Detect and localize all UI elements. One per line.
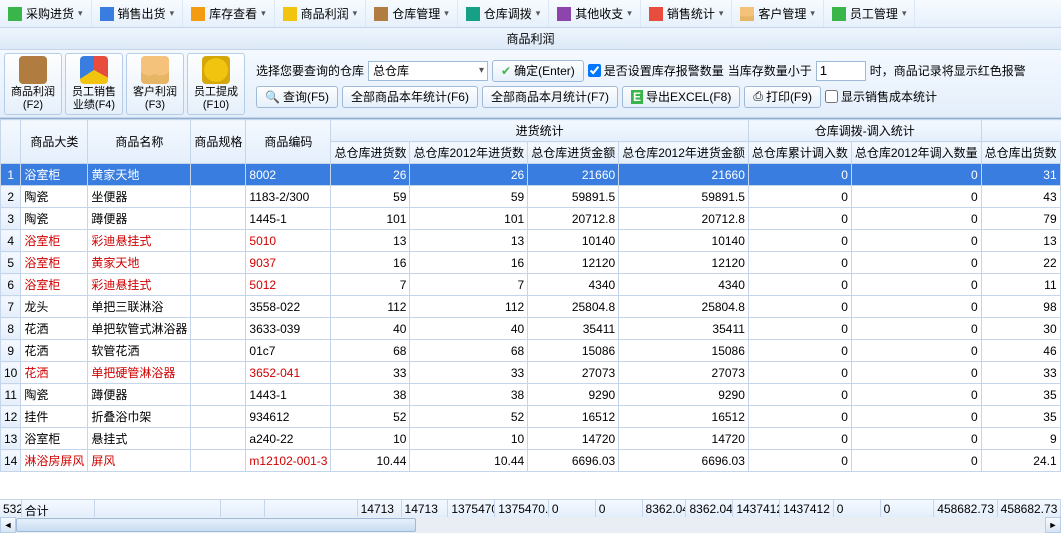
bigbtn-2[interactable]: 客户利润(F3) bbox=[126, 53, 184, 115]
main-menubar: 采购进货▾销售出货▾库存查看▾商品利润▾仓库管理▾仓库调拨▾其他收支▾销售统计▾… bbox=[0, 0, 1061, 28]
table-row[interactable]: 7龙头单把三联淋浴3558-02211211225804.825804.8009… bbox=[1, 296, 1061, 318]
bigbtn-0[interactable]: 商品利润(F2) bbox=[4, 53, 62, 115]
chevron-down-icon: ▾ bbox=[810, 8, 815, 19]
chevron-down-icon: ▾ bbox=[444, 8, 449, 19]
table-row[interactable]: 14淋浴房屏风屏风m12102-001-310.4410.446696.0366… bbox=[1, 450, 1061, 472]
table-row[interactable]: 3陶瓷蹲便器1445-110110120712.820712.800797930… bbox=[1, 208, 1061, 230]
print-button[interactable]: ⎙打印(F9) bbox=[744, 86, 821, 108]
chevron-down-icon: ▾ bbox=[719, 8, 724, 19]
summary-footer: 532合计14713147131375470.11375470.1008362.… bbox=[0, 499, 1061, 517]
table-row[interactable]: 6浴室柜彩迪悬挂式5012774340434000111118883188830… bbox=[1, 274, 1061, 296]
menu-icon bbox=[100, 7, 114, 21]
bigbtn-icon bbox=[141, 56, 169, 84]
confirm-button[interactable]: ✔确定(Enter) bbox=[492, 60, 584, 82]
menu-1[interactable]: 销售出货▾ bbox=[92, 0, 184, 27]
data-grid[interactable]: 商品大类商品名称商品规格商品编码进货统计仓库调拨-调入统计销售统计仓库调拨-调出… bbox=[0, 118, 1061, 499]
query-button[interactable]: 🔍查询(F5) bbox=[256, 86, 338, 108]
menu-2[interactable]: 库存查看▾ bbox=[183, 0, 275, 27]
chevron-down-icon: ▾ bbox=[353, 8, 358, 19]
table-row[interactable]: 8花洒单把软管式淋浴器3633-039404035411354110030303… bbox=[1, 318, 1061, 340]
month-stat-button[interactable]: 全部商品本月统计(F7) bbox=[482, 86, 618, 108]
menu-5[interactable]: 仓库调拨▾ bbox=[458, 0, 550, 27]
menu-3[interactable]: 商品利润▾ bbox=[275, 0, 367, 27]
menu-icon bbox=[740, 7, 754, 21]
alarm-qty-input[interactable] bbox=[816, 61, 866, 81]
chevron-down-icon: ▾ bbox=[170, 8, 175, 19]
chevron-down-icon: ▾ bbox=[78, 8, 83, 19]
scroll-left-arrow[interactable]: ◄ bbox=[0, 517, 16, 533]
export-excel-button[interactable]: E导出EXCEL(F8) bbox=[622, 86, 740, 108]
table-row[interactable]: 4浴室柜彩迪悬挂式5010131310140101400013132405624… bbox=[1, 230, 1061, 252]
table-row[interactable]: 12挂件折叠浴巾架9346125252165121651200353517340… bbox=[1, 406, 1061, 428]
scroll-right-arrow[interactable]: ► bbox=[1045, 517, 1061, 533]
menu-0[interactable]: 采购进货▾ bbox=[0, 0, 92, 27]
bigbtn-1[interactable]: 员工销售业绩(F4) bbox=[65, 53, 123, 115]
scroll-thumb[interactable] bbox=[16, 518, 416, 532]
bigbtn-icon bbox=[19, 56, 47, 84]
menu-icon bbox=[557, 7, 571, 21]
lessthan-label: 当库存数量小于 bbox=[728, 62, 812, 79]
year-stat-button[interactable]: 全部商品本年统计(F6) bbox=[342, 86, 478, 108]
table-row[interactable]: 11陶瓷蹲便器1443-1383892909290003535159151591… bbox=[1, 384, 1061, 406]
menu-icon bbox=[374, 7, 388, 21]
menu-icon bbox=[649, 7, 663, 21]
table-row[interactable]: 13浴室柜悬挂式a240-221010147201472000991945719… bbox=[1, 428, 1061, 450]
horizontal-scrollbar[interactable]: ◄ ► bbox=[0, 517, 1061, 533]
print-icon: ⎙ bbox=[753, 89, 763, 104]
bigbtn-icon bbox=[80, 56, 108, 84]
chevron-down-icon: ▾ bbox=[536, 8, 541, 19]
chevron-down-icon: ▾ bbox=[902, 8, 907, 19]
table-row[interactable]: 10花洒单把硬管淋浴器3652-041333327073270730033333… bbox=[1, 362, 1061, 384]
toolbar: 商品利润(F2)员工销售业绩(F4)客户利润(F3)员工提成(F10) 选择您要… bbox=[0, 50, 1061, 118]
page-title: 商品利润 bbox=[0, 28, 1061, 50]
warehouse-combo[interactable]: 总仓库 bbox=[368, 61, 488, 81]
search-icon: 🔍 bbox=[265, 90, 280, 104]
alarm-checkbox[interactable]: 是否设置库存报警数量 bbox=[588, 62, 724, 79]
showcost-checkbox[interactable]: 显示销售成本统计 bbox=[825, 88, 937, 105]
table-row[interactable]: 1浴室柜黄家天地80022626216602166000313151938519… bbox=[1, 164, 1061, 186]
excel-icon: E bbox=[631, 90, 643, 104]
bigbtn-3[interactable]: 员工提成(F10) bbox=[187, 53, 245, 115]
menu-icon bbox=[832, 7, 846, 21]
menu-7[interactable]: 销售统计▾ bbox=[641, 0, 733, 27]
menu-icon bbox=[283, 7, 297, 21]
menu-6[interactable]: 其他收支▾ bbox=[549, 0, 641, 27]
table-row[interactable]: 2陶瓷坐便器1183-2/300595959891.559891.5004343… bbox=[1, 186, 1061, 208]
menu-8[interactable]: 客户管理▾ bbox=[732, 0, 824, 27]
tail-label: 时，商品记录将显示红色报警 bbox=[870, 62, 1026, 79]
table-row[interactable]: 9花洒软管花洒01c768681508615086004646203532035… bbox=[1, 340, 1061, 362]
menu-icon bbox=[466, 7, 480, 21]
query-warehouse-label: 选择您要查询的仓库 bbox=[256, 62, 364, 79]
menu-4[interactable]: 仓库管理▾ bbox=[366, 0, 458, 27]
bigbtn-icon bbox=[202, 56, 230, 84]
menu-9[interactable]: 员工管理▾ bbox=[824, 0, 916, 27]
menu-icon bbox=[8, 7, 22, 21]
chevron-down-icon: ▾ bbox=[261, 8, 266, 19]
menu-icon bbox=[191, 7, 205, 21]
table-row[interactable]: 5浴室柜黄家天地90371616121201212000222230144301… bbox=[1, 252, 1061, 274]
chevron-down-icon: ▾ bbox=[627, 8, 632, 19]
